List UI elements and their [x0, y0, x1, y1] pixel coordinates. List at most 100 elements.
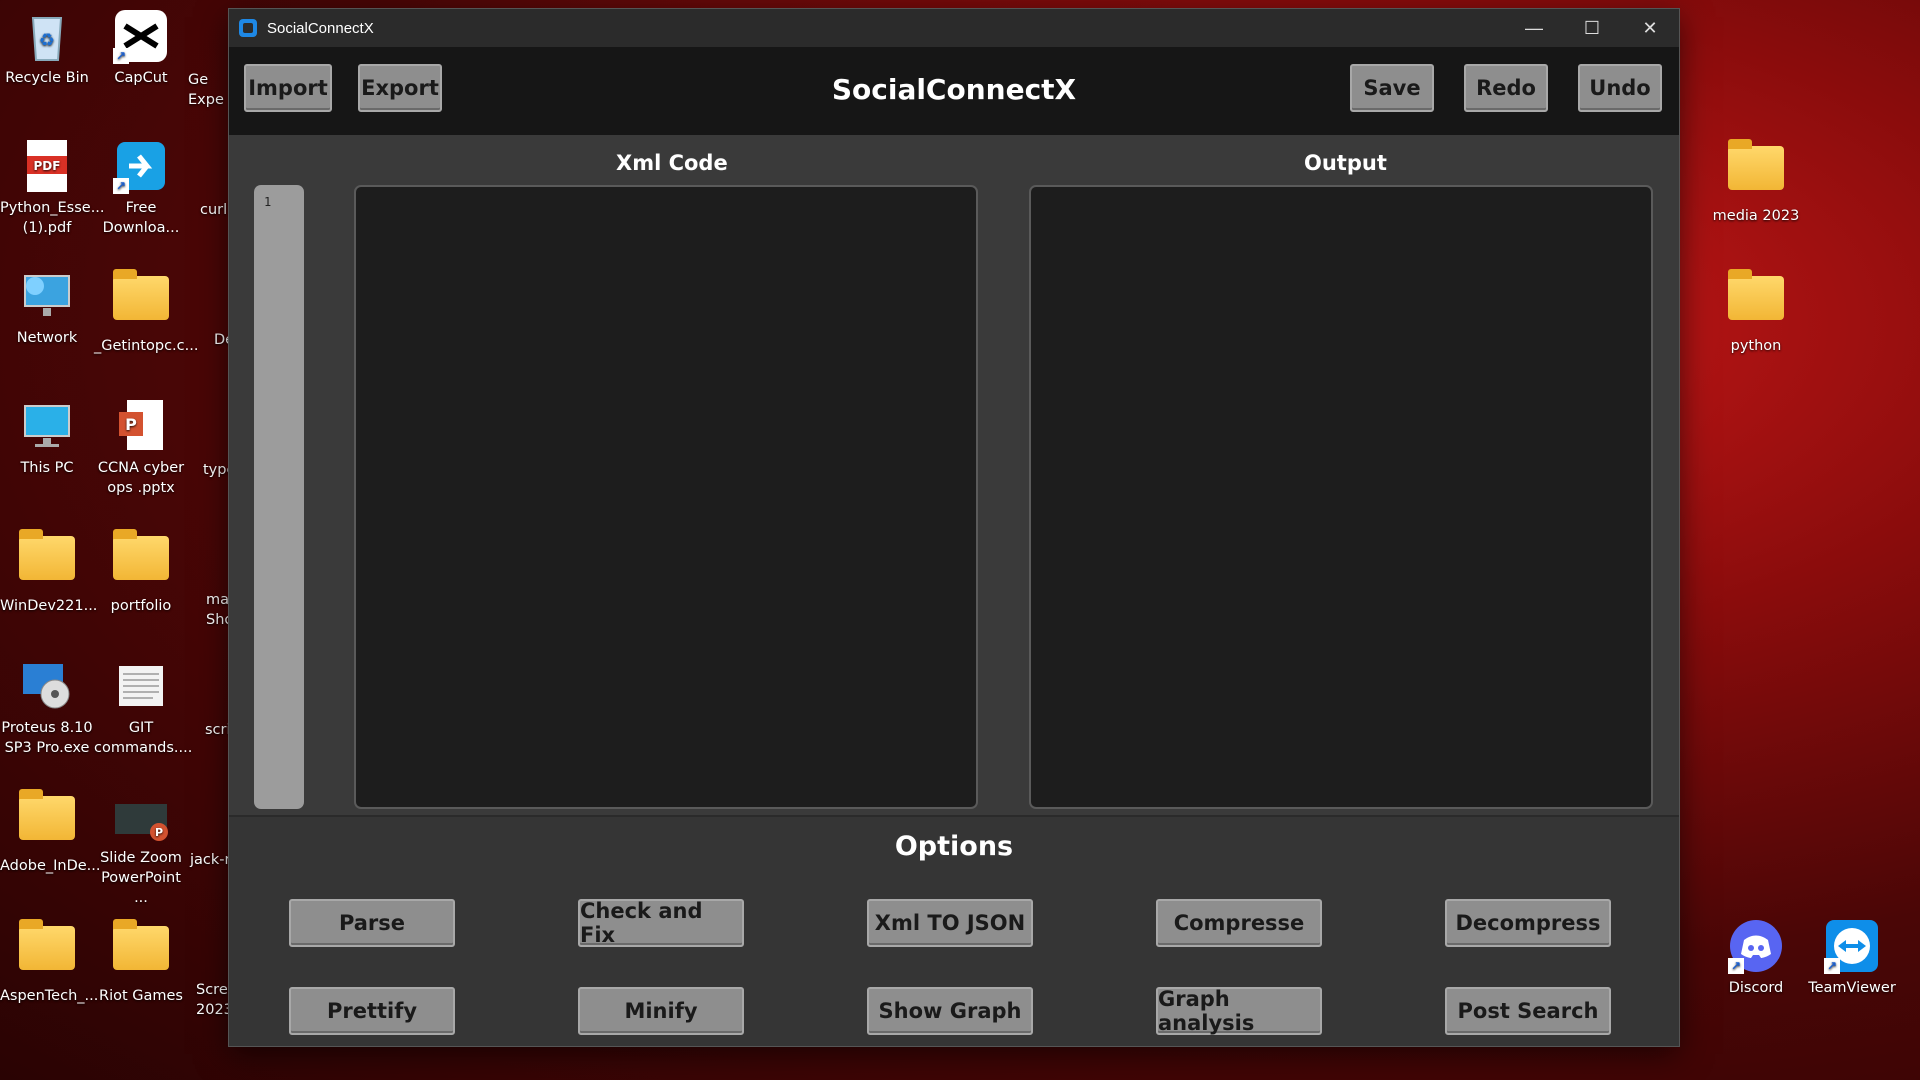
options-panel: Options Parse Check and Fix Xml TO JSON … — [229, 815, 1679, 1046]
export-button[interactable]: Export — [358, 64, 442, 112]
desktop-icon-label: Scre 2023 — [196, 982, 233, 1018]
folder-icon — [19, 919, 75, 982]
document-icon — [113, 658, 169, 714]
desktop-icon-aspentech[interactable]: AspenTech_... — [0, 918, 98, 1006]
prettify-button[interactable]: Prettify — [289, 987, 455, 1035]
import-button[interactable]: Import — [244, 64, 332, 112]
minify-button[interactable]: Minify — [578, 987, 744, 1035]
svg-text:♻: ♻ — [39, 30, 55, 51]
desktop-icon-label: curl — [200, 202, 228, 218]
folder-icon — [113, 269, 169, 332]
desktop-icon-label: _Getintopc.c... — [94, 338, 199, 354]
desktop-icon-this-pc[interactable]: This PC — [0, 398, 94, 478]
xml-code-title: Xml Code — [616, 151, 728, 175]
graph-analysis-button[interactable]: Graph analysis — [1156, 987, 1322, 1035]
desktop-icon-adobe-indesign[interactable]: Adobe_InDe... — [0, 788, 101, 876]
show-graph-button[interactable]: Show Graph — [867, 987, 1033, 1035]
teamviewer-icon: ↗ — [1824, 918, 1880, 974]
download-icon: ↗ — [113, 138, 169, 194]
folder-icon — [19, 529, 75, 592]
desktop-icon-label: CCNA cyber ops .pptx — [97, 460, 185, 496]
desktop-icon-ccna-pptx[interactable]: P CCNA cyber ops .pptx — [94, 398, 188, 498]
desktop-icon-label: Free Downloa... — [102, 200, 180, 236]
desktop-icon-getintopc[interactable]: _Getintopc.c... — [94, 268, 198, 356]
compress-button[interactable]: Compresse — [1156, 899, 1322, 947]
decompress-button[interactable]: Decompress — [1445, 899, 1611, 947]
installer-icon — [19, 658, 75, 714]
desktop-icon-label: Ge Expe — [188, 72, 224, 108]
desktop-icon-label: Discord — [1728, 980, 1784, 996]
svg-text:P: P — [155, 826, 163, 839]
svg-text:PDF: PDF — [34, 159, 61, 173]
monitor-icon — [19, 398, 75, 454]
desktop-icon-slide-zoom[interactable]: P Slide Zoom PowerPoint ... — [94, 788, 188, 908]
pptx-icon: P — [113, 788, 169, 844]
desktop-icon-label: portfolio — [110, 598, 172, 614]
desktop-icon-portfolio[interactable]: portfolio — [94, 528, 188, 616]
desktop-icon-label: python — [1730, 338, 1782, 354]
app-window: SocialConnectX — ☐ ✕ Import Export Socia… — [229, 9, 1679, 1046]
save-button[interactable]: Save — [1350, 64, 1434, 112]
desktop-icon-windev[interactable]: WinDev221... — [0, 528, 98, 616]
desktop-icon-partial[interactable]: Scre 2023 — [196, 980, 233, 1020]
redo-button[interactable]: Redo — [1464, 64, 1548, 112]
desktop-icon-recycle-bin[interactable]: ♻ Recycle Bin — [0, 8, 94, 88]
desktop-icon-python-folder[interactable]: python — [1709, 268, 1803, 356]
desktop-icon-label: CapCut — [114, 70, 168, 86]
folder-icon — [113, 919, 169, 982]
folder-icon — [1728, 269, 1784, 332]
toolbar: Import Export SocialConnectX Save Redo U… — [229, 47, 1679, 135]
folder-icon — [1728, 139, 1784, 202]
desktop-icon-capcut[interactable]: ↗ CapCut — [94, 8, 188, 88]
network-icon — [19, 268, 75, 324]
app-icon — [239, 19, 257, 37]
desktop-icon-label: jack-r — [190, 852, 231, 868]
desktop-icon-git-commands[interactable]: GIT commands.... — [94, 658, 192, 758]
desktop-icon-partial[interactable]: curl — [200, 200, 232, 220]
desktop-icon-teamviewer[interactable]: ↗ TeamViewer — [1805, 918, 1899, 998]
desktop-icon-network[interactable]: Network — [0, 268, 94, 348]
discord-icon: ↗ — [1728, 918, 1784, 974]
output-panel[interactable] — [1029, 185, 1653, 809]
desktop-icon-discord[interactable]: ↗ Discord — [1709, 918, 1803, 998]
desktop-icon-partial[interactable]: Ge Expe — [188, 70, 232, 110]
desktop-icon-label: GIT commands.... — [94, 720, 193, 756]
maximize-icon[interactable]: ☐ — [1563, 9, 1621, 47]
output-title: Output — [1304, 151, 1387, 175]
check-and-fix-button[interactable]: Check and Fix — [578, 899, 744, 947]
close-icon[interactable]: ✕ — [1621, 9, 1679, 47]
desktop-icon-label: media 2023 — [1712, 208, 1800, 224]
desktop-icon-label: This PC — [20, 460, 74, 476]
desktop-icon-label: Python_Esse... (1).pdf — [0, 200, 105, 236]
app-title: SocialConnectX — [831, 73, 1077, 106]
svg-text:P: P — [125, 415, 137, 434]
editor-area: Xml Code Output 1 — [229, 135, 1679, 815]
undo-button[interactable]: Undo — [1578, 64, 1662, 112]
folder-icon — [19, 789, 75, 852]
desktop-icon-label: WinDev221... — [0, 598, 98, 614]
xml-to-json-button[interactable]: Xml TO JSON — [867, 899, 1033, 947]
parse-button[interactable]: Parse — [289, 899, 455, 947]
options-title: Options — [894, 831, 1014, 862]
window-titlebar[interactable]: SocialConnectX — ☐ ✕ — [229, 9, 1679, 47]
desktop-icon-riot-games[interactable]: Riot Games — [94, 918, 188, 1006]
desktop-icon-label: Recycle Bin — [5, 70, 89, 86]
desktop-icon-partial[interactable]: jack-r — [190, 850, 232, 870]
desktop-icon-label: AspenTech_... — [0, 988, 99, 1004]
post-search-button[interactable]: Post Search — [1445, 987, 1611, 1035]
desktop-icon-label: Proteus 8.10 SP3 Pro.exe — [1, 720, 93, 756]
folder-icon — [113, 529, 169, 592]
desktop-icon-label: Riot Games — [99, 988, 183, 1004]
desktop-icon-label: Slide Zoom PowerPoint ... — [100, 850, 182, 906]
line-number: 1 — [264, 195, 272, 209]
xml-code-editor[interactable] — [354, 185, 978, 809]
desktop-icon-python-pdf[interactable]: PDF Python_Esse... (1).pdf — [0, 138, 105, 238]
desktop-icon-free-download[interactable]: ↗ Free Downloa... — [94, 138, 188, 238]
desktop-icon-proteus[interactable]: Proteus 8.10 SP3 Pro.exe — [0, 658, 94, 758]
desktop-icon-label: Adobe_InDe... — [0, 858, 101, 874]
minimize-icon[interactable]: — — [1505, 9, 1563, 47]
desktop-icon-partial[interactable]: type — [203, 460, 235, 480]
window-title: SocialConnectX — [267, 19, 374, 37]
desktop-icon-media-2023[interactable]: media 2023 — [1709, 138, 1803, 226]
desktop-icon-partial[interactable]: scri — [205, 720, 232, 740]
